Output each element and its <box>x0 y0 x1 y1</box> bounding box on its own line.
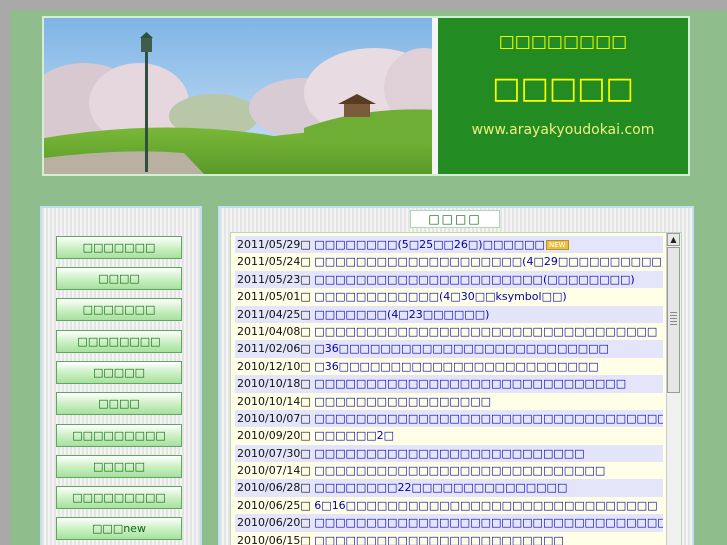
news-date: 2011/02/06□ <box>237 342 311 356</box>
news-title-link[interactable]: □□□□□□□(4□23□□□□□□) <box>314 308 489 321</box>
news-title-link[interactable]: □36□□□□□□□□□□□□□□□□□□□□□□□□□ <box>314 360 598 373</box>
news-title-link[interactable]: □36□□□□□□□□□□□□□□□□□□□□□□□□□□ <box>314 342 609 355</box>
news-row: 2011/05/23□ □□□□□□□□□□□□□□□□□□□□□□(□□□□□… <box>235 270 663 289</box>
news-row: 2010/07/30□ □□□□□□□□□□□□□□□□□□□□□□□□□□ <box>235 444 663 463</box>
scroll-up-arrow-icon[interactable]: ▲ <box>667 233 680 246</box>
page: □□□□□□□□ □□□□□ www.arayakyoudokai.com □□… <box>10 10 727 545</box>
sidebar-item-5[interactable]: □□□□□ <box>56 361 182 384</box>
sidebar-item-3[interactable]: □□□□□□□ <box>56 298 182 321</box>
news-title-link[interactable]: □□□□□□□□□□□□(4□30□□ksymbol□□) <box>314 290 566 303</box>
news-row: 2010/06/20□ □□□□□□□□□□□□□□□□□□□□□□□□□□□□… <box>235 514 663 532</box>
news-title-link[interactable]: □□□□□□□□(5□25□□26□)□□□□□□ <box>314 238 545 251</box>
sidebar-item-10[interactable]: □□□new <box>56 517 182 540</box>
site-url: www.arayakyoudokai.com <box>471 122 655 138</box>
news-date: 2011/05/29□ <box>237 238 311 251</box>
news-row: 2010/10/07□ □□□□□□□□□□□□□□□□□□□□□□□□□□□□… <box>235 409 663 428</box>
news-title-link[interactable]: □□□□□□□□□□□□□□□□□□□□□□□□□□□□ <box>314 464 605 477</box>
news-title-link[interactable]: □□□□□□□□□□□□□□□□□ <box>314 395 491 408</box>
new-badge-icon: NEW <box>545 240 569 250</box>
news-row: 2011/04/25□ □□□□□□□(4□23□□□□□□) <box>235 305 663 323</box>
sidebar-item-9[interactable]: □□□□□□□□□ <box>56 486 182 509</box>
news-title-link[interactable]: □□□□□□□□□□□□□□□□□□□□□□□□□□□□□□ <box>314 377 626 390</box>
park-photo-image <box>44 18 438 174</box>
sidebar-item-7[interactable]: □□□□□□□□□ <box>56 424 182 447</box>
sidebar-nav: □□□□□□□ □□□□ □□□□□□□ □□□□□□□□ □□□□□ □□□□… <box>40 206 202 545</box>
news-title-link[interactable]: □□□□□□□□22□□□□□□□□□□□□□□□ <box>314 481 567 494</box>
sidebar-item-6[interactable]: □□□□ <box>56 392 182 415</box>
news-row: 2011/05/24□ □□□□□□□□□□□□□□□□□□□□(4□29□□□… <box>235 253 663 270</box>
news-date: 2010/07/14□ <box>237 464 311 478</box>
news-date: 2010/10/14□ <box>237 394 311 408</box>
news-date: 2010/10/18□ <box>237 377 311 391</box>
news-row: 2010/09/20□ □□□□□□2□ <box>235 427 663 444</box>
site-branding: □□□□□□□□ □□□□□ www.arayakyoudokai.com <box>438 18 688 174</box>
news-date: 2010/06/20□ <box>237 516 311 530</box>
news-date: 2011/04/08□ <box>237 324 311 338</box>
news-date: 2010/06/25□ <box>237 498 311 512</box>
news-box: 2011/05/29□ □□□□□□□□(5□25□□26□)□□□□□□ NEW… <box>230 232 682 545</box>
news-date: 2010/07/30□ <box>237 446 311 460</box>
news-title-link[interactable]: □□□□□□□□□□□□□□□□□□□□□□(□□□□□□□□) <box>314 273 634 286</box>
news-row: 2010/10/14□ □□□□□□□□□□□□□□□□□ <box>235 393 663 410</box>
grip-icon <box>670 312 677 326</box>
news-date: 2011/05/24□ <box>237 255 311 269</box>
news-date: 2011/04/25□ <box>237 307 311 321</box>
news-title-link[interactable]: □□□□□□□□□□□□□□□□□□□□□□□□□□□□□□□□□ <box>314 325 657 338</box>
news-row: 2010/10/18□ □□□□□□□□□□□□□□□□□□□□□□□□□□□□… <box>235 375 663 393</box>
site-subtitle: □□□□□□□□ <box>498 32 628 52</box>
news-heading: □□□□ <box>410 210 500 228</box>
news-title-link[interactable]: □□□□□□2□ <box>314 429 394 442</box>
sidebar-item-2[interactable]: □□□□ <box>56 267 182 290</box>
news-row: 2011/05/29□ □□□□□□□□(5□25□□26□)□□□□□□ NEW <box>235 236 663 254</box>
news-row: 2010/06/28□ □□□□□□□□22□□□□□□□□□□□□□□□ <box>235 479 663 497</box>
news-list: 2011/05/29□ □□□□□□□□(5□25□□26□)□□□□□□ NEW… <box>235 236 663 545</box>
news-row: 2011/04/08□ □□□□□□□□□□□□□□□□□□□□□□□□□□□□… <box>235 323 663 340</box>
park-photo-banner <box>44 18 438 174</box>
news-scrollbar[interactable]: ▲ <box>666 233 681 545</box>
news-title-link[interactable]: 6□16□□□□□□□□□□□□□□□□□□□□□□□□□□□□□□ <box>314 499 657 512</box>
news-row: 2010/12/10□ □36□□□□□□□□□□□□□□□□□□□□□□□□□ <box>235 358 663 375</box>
news-panel: □□□□ 2011/05/29□ □□□□□□□□(5□25□□26□)□□□□… <box>218 206 694 545</box>
scroll-thumb[interactable] <box>667 247 680 393</box>
news-date: 2010/10/07□ <box>237 411 311 425</box>
site-header: □□□□□□□□ □□□□□ www.arayakyoudokai.com <box>42 16 690 176</box>
site-title: □□□□□ <box>492 71 634 106</box>
news-row: 2010/06/15□ □□□□□□□□□□□□□□□□□□□□□□□□ <box>235 532 663 545</box>
news-row: 2010/07/14□ □□□□□□□□□□□□□□□□□□□□□□□□□□□□ <box>235 462 663 479</box>
news-title-link[interactable]: □□□□□□□□□□□□□□□□□□□□□□□□□□ <box>314 447 584 460</box>
news-date: 2011/05/23□ <box>237 272 311 286</box>
news-date: 2010/12/10□ <box>237 359 311 373</box>
news-date: 2010/06/28□ <box>237 481 311 495</box>
news-row: 2011/02/06□ □36□□□□□□□□□□□□□□□□□□□□□□□□□… <box>235 340 663 358</box>
sidebar-item-8[interactable]: □□□□□ <box>56 455 182 478</box>
news-row: 2011/05/01□ □□□□□□□□□□□□(4□30□□ksymbol□□… <box>235 288 663 305</box>
news-date: 2011/05/01□ <box>237 290 311 304</box>
news-title-link[interactable]: □□□□□□□□□□□□□□□□□□□□□□□□ <box>314 534 563 545</box>
news-date: 2010/09/20□ <box>237 429 311 443</box>
news-date: 2010/06/15□ <box>237 533 311 545</box>
news-title-link[interactable]: □□□□□□□□□□□□□□□□□□□□□□□□□□□□□□□□□□□□ <box>314 412 663 425</box>
news-row: 2010/06/25□ 6□16□□□□□□□□□□□□□□□□□□□□□□□□… <box>235 497 663 514</box>
sidebar-item-1[interactable]: □□□□□□□ <box>56 236 182 259</box>
news-title-link[interactable]: □□□□□□□□□□□□□□□□□□□□□□□□□□□□□□□□□□□□ <box>314 516 663 529</box>
news-title-link[interactable]: □□□□□□□□□□□□□□□□□□□□(4□29□□□□□□□□□□) <box>314 255 663 268</box>
sidebar-item-4[interactable]: □□□□□□□□ <box>56 330 182 353</box>
